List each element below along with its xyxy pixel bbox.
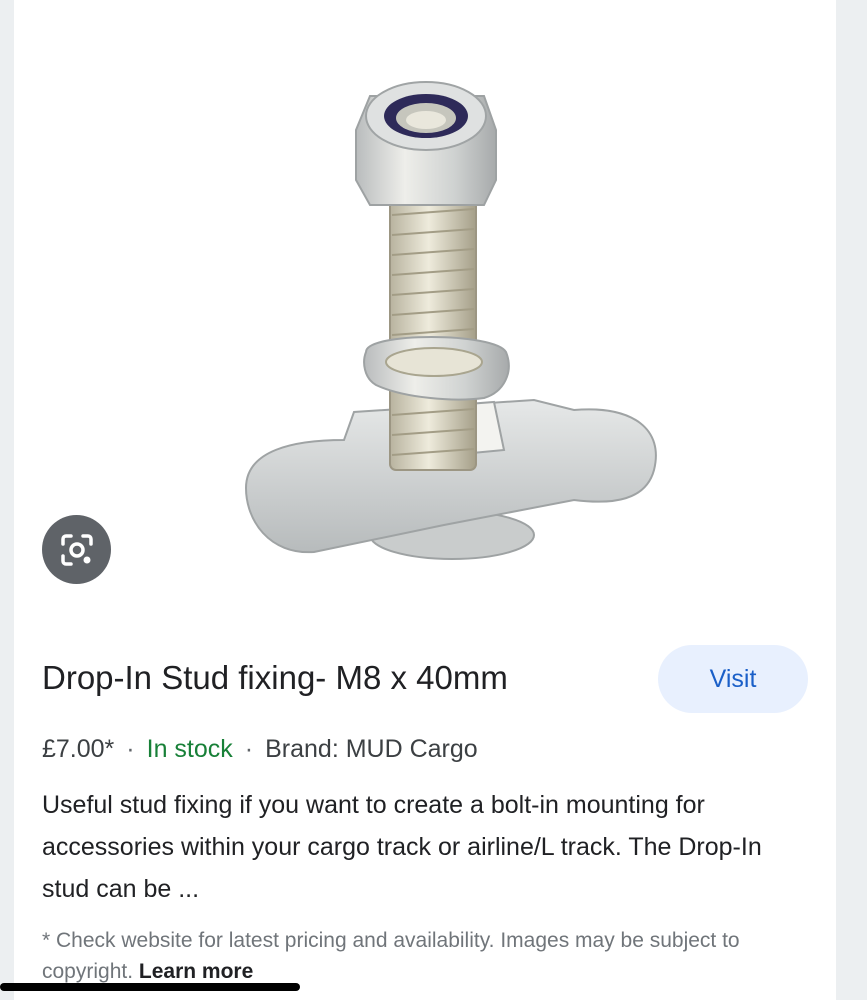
separator-dot: · [244,735,254,763]
product-meta: £7.00* · In stock · Brand: MUD Cargo [42,735,478,764]
lens-icon [60,533,93,566]
learn-more-link[interactable]: Learn more [139,960,253,983]
separator-dot: · [126,735,135,763]
stock-status: In stock [146,735,233,763]
title-row: Drop-In Stud fixing- M8 x 40mm Visit [42,645,808,715]
visit-button[interactable]: Visit [658,645,808,713]
disclaimer: * Check website for latest pricing and a… [42,925,822,987]
product-image[interactable] [14,0,836,620]
stud-fixing-image [244,81,657,560]
product-description: Useful stud fixing if you want to create… [42,791,762,903]
brand: Brand: MUD Cargo [265,735,478,763]
lens-button[interactable] [42,515,111,584]
product-title[interactable]: Drop-In Stud fixing- M8 x 40mm [42,659,508,697]
home-indicator[interactable] [0,983,300,991]
price: £7.00* [42,735,115,763]
result-card: Drop-In Stud fixing- M8 x 40mm Visit £7.… [14,0,836,1000]
